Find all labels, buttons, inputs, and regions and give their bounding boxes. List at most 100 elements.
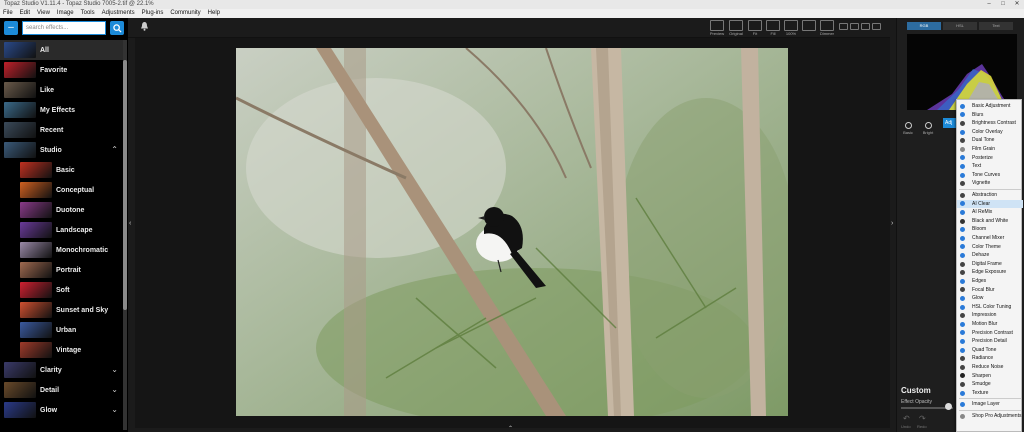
menu-item-quad-tone[interactable]: Quad Tone xyxy=(957,346,1023,355)
sidebar-item-landscape[interactable]: Landscape xyxy=(0,220,124,240)
collapse-icon[interactable]: – xyxy=(4,21,18,35)
menu-item-channel-mixer[interactable]: Channel Mixer xyxy=(957,234,1023,243)
zoom-100-button[interactable] xyxy=(784,20,798,31)
layout-option-icon[interactable] xyxy=(861,23,870,30)
scrollbar-thumb[interactable] xyxy=(123,60,127,310)
menu-item-focal-blur[interactable]: Focal Blur xyxy=(957,286,1023,295)
menu-item-color-theme[interactable]: Color Theme xyxy=(957,243,1023,252)
tab-rgb[interactable]: RGB xyxy=(907,22,941,30)
layout-option-icon[interactable] xyxy=(839,23,848,30)
menu-item-film-grain[interactable]: Film Grain xyxy=(957,145,1023,154)
redo-icon[interactable]: ↷ xyxy=(919,414,926,423)
photo-bird-on-branch[interactable] xyxy=(236,48,788,416)
sidebar-item-urban[interactable]: Urban xyxy=(0,320,124,340)
menu-item-vignette[interactable]: Vignette xyxy=(957,179,1023,188)
sidebar-item-recent[interactable]: Recent xyxy=(0,120,124,140)
sidebar-item-monochromatic[interactable]: Monochromatic xyxy=(0,240,124,260)
sidebar-item-duotone[interactable]: Duotone xyxy=(0,200,124,220)
dimmer-button[interactable] xyxy=(820,20,834,31)
menu-item-text[interactable]: Text xyxy=(957,162,1023,171)
preview-button[interactable] xyxy=(710,20,724,31)
sidebar-item-sunset-and-sky[interactable]: Sunset and Sky xyxy=(0,300,124,320)
bottom-panel-toggle-icon[interactable]: ⌃ xyxy=(508,425,513,432)
bright-effect-button[interactable]: Bright xyxy=(921,122,935,135)
fit-button[interactable] xyxy=(748,20,762,31)
menu-item-brightness-contrast[interactable]: Brightness Contrast xyxy=(957,119,1023,128)
menu-item-motion-blur[interactable]: Motion Blur xyxy=(957,320,1023,329)
search-icon[interactable] xyxy=(110,21,124,35)
menu-item-abstraction[interactable]: Abstraction xyxy=(957,191,1023,200)
sidebar-item-like[interactable]: Like xyxy=(0,80,124,100)
bell-icon[interactable] xyxy=(140,21,149,33)
sidebar-item-detail[interactable]: Detail ⌄ xyxy=(0,380,124,400)
menu-item-smudge[interactable]: Smudge xyxy=(957,380,1023,389)
menu-item-blurs[interactable]: Blurs xyxy=(957,111,1023,120)
compare-button[interactable] xyxy=(802,20,816,31)
menu-item-tone-curves[interactable]: Tone Curves xyxy=(957,171,1023,180)
menu-community[interactable]: Community xyxy=(170,9,200,18)
menu-item-edges[interactable]: Edges xyxy=(957,277,1023,286)
sidebar-item-vintage[interactable]: Vintage xyxy=(0,340,124,360)
close-button[interactable]: ✕ xyxy=(1010,0,1024,9)
sidebar-item-my-effects[interactable]: My Effects xyxy=(0,100,124,120)
minimize-button[interactable]: – xyxy=(982,0,996,9)
sidebar-item-clarity[interactable]: Clarity ⌄ xyxy=(0,360,124,380)
menu-item-ai-remix[interactable]: AI ReMix xyxy=(957,208,1023,217)
chevron-down-icon[interactable]: ⌄ xyxy=(111,365,118,374)
tab-hsl[interactable]: HSL xyxy=(943,22,977,30)
menu-item-precision-detail[interactable]: Precision Detail xyxy=(957,337,1023,346)
chevron-up-icon[interactable]: ⌃ xyxy=(111,145,118,154)
layout-option-icon[interactable] xyxy=(872,23,881,30)
menu-tools[interactable]: Tools xyxy=(81,9,95,18)
basic-effect-button[interactable]: Basic xyxy=(901,122,915,135)
sidebar-item-studio[interactable]: Studio ⌃ xyxy=(0,140,124,160)
menu-item-ai-clear[interactable]: AI Clear xyxy=(957,199,1023,209)
menu-item-hsl-color-tuning[interactable]: HSL Color Tuning xyxy=(957,303,1023,312)
undo-icon[interactable]: ↶ xyxy=(903,414,910,423)
sidebar-scrollbar[interactable] xyxy=(123,40,127,430)
menu-item-dual-tone[interactable]: Dual Tone xyxy=(957,136,1023,145)
sidebar-item-basic[interactable]: Basic xyxy=(0,160,124,180)
sidebar-item-favorite[interactable]: Favorite xyxy=(0,60,124,80)
menu-help[interactable]: Help xyxy=(208,9,220,18)
left-panel-toggle-icon[interactable]: ‹ xyxy=(129,220,131,227)
menu-item-dehaze[interactable]: Dehaze xyxy=(957,251,1023,260)
menu-item-radiance[interactable]: Radiance xyxy=(957,354,1023,363)
menu-image[interactable]: Image xyxy=(57,9,74,18)
menu-item-posterize[interactable]: Posterize xyxy=(957,154,1023,163)
menu-adjustments[interactable]: Adjustments xyxy=(102,9,135,18)
tab-text[interactable]: Text xyxy=(979,22,1013,30)
sidebar-item-portrait[interactable]: Portrait xyxy=(0,260,124,280)
sidebar-item-conceptual[interactable]: Conceptual xyxy=(0,180,124,200)
menu-item-precision-contrast[interactable]: Precision Contrast xyxy=(957,329,1023,338)
layout-option-icon[interactable] xyxy=(850,23,859,30)
menu-item-image-layer[interactable]: Image Layer xyxy=(957,400,1023,409)
menu-item-texture[interactable]: Texture xyxy=(957,389,1023,398)
maximize-button[interactable]: □ xyxy=(996,0,1010,9)
adjustments-tab[interactable]: Adj xyxy=(943,118,957,128)
menu-view[interactable]: View xyxy=(37,9,50,18)
menu-item-sharpen[interactable]: Sharpen xyxy=(957,372,1023,381)
menu-item-impression[interactable]: Impression xyxy=(957,311,1023,320)
menu-item-bloom[interactable]: Bloom xyxy=(957,225,1023,234)
menu-item-shop-pro-adjustments[interactable]: Shop Pro Adjustments xyxy=(957,412,1023,421)
chevron-down-icon[interactable]: ⌄ xyxy=(111,405,118,414)
menu-item-edge-exposure[interactable]: Edge Exposure xyxy=(957,268,1023,277)
opacity-slider-knob[interactable] xyxy=(944,403,952,410)
menu-file[interactable]: File xyxy=(3,9,13,18)
search-input[interactable]: search effects... xyxy=(22,21,106,35)
menu-item-digital-frame[interactable]: Digital Frame xyxy=(957,260,1023,269)
menu-plugins[interactable]: Plug-ins xyxy=(142,9,164,18)
chevron-down-icon[interactable]: ⌄ xyxy=(111,385,118,394)
fill-button[interactable] xyxy=(766,20,780,31)
sidebar-item-soft[interactable]: Soft xyxy=(0,280,124,300)
sidebar-item-all[interactable]: All xyxy=(0,40,124,60)
original-button[interactable] xyxy=(729,20,743,31)
menu-item-basic-adjustment[interactable]: Basic Adjustment xyxy=(957,102,1023,111)
menu-item-black-and-white[interactable]: Black and White xyxy=(957,217,1023,226)
sidebar-item-glow[interactable]: Glow ⌄ xyxy=(0,400,124,420)
menu-item-glow[interactable]: Glow xyxy=(957,294,1023,303)
menu-item-color-overlay[interactable]: Color Overlay xyxy=(957,128,1023,137)
menu-item-reduce-noise[interactable]: Reduce Noise xyxy=(957,363,1023,372)
menu-edit[interactable]: Edit xyxy=(20,9,30,18)
